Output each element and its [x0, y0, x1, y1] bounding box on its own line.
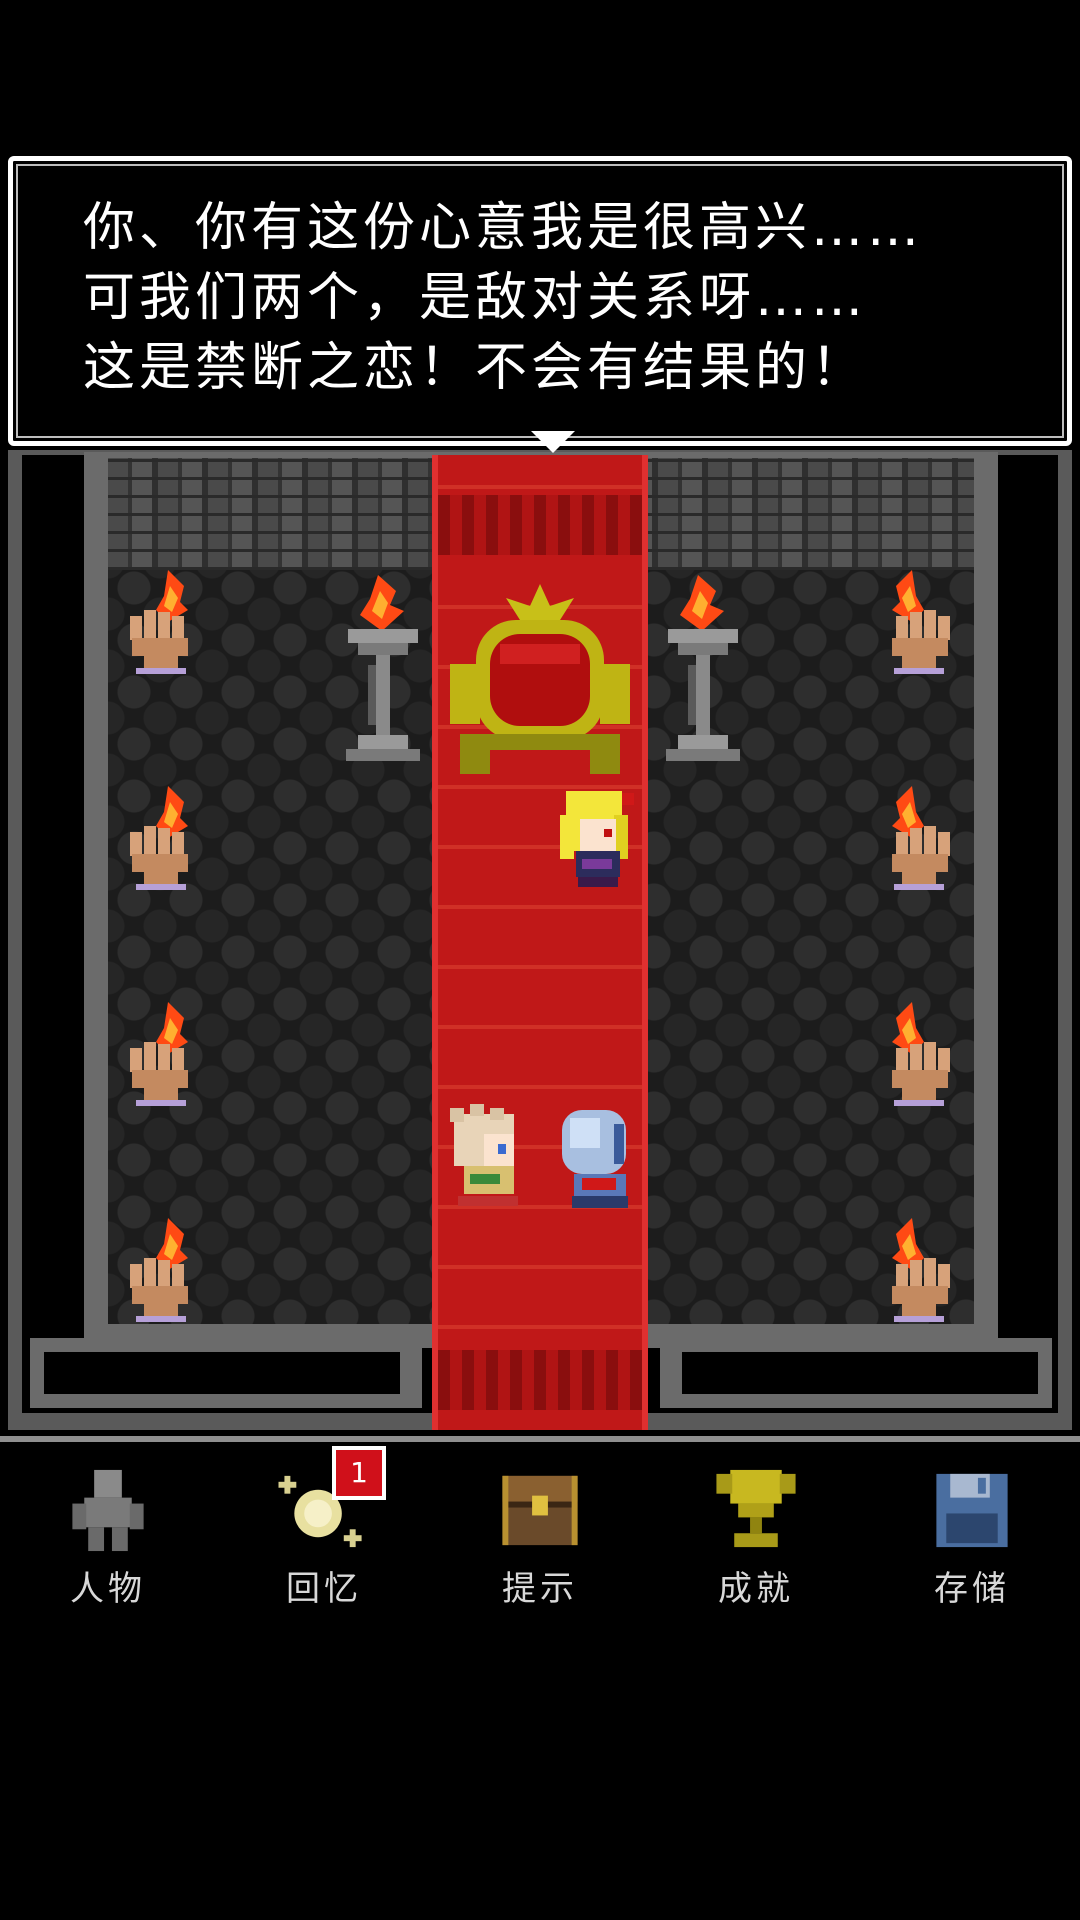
wall-torch-icon [130, 570, 188, 674]
dialog-line: 这是禁断之恋！不会有结果的！ [83, 338, 868, 398]
nav-label: 提示 [502, 1569, 578, 1609]
trophy-icon [716, 1469, 796, 1548]
wall-torch-icon [130, 1218, 188, 1322]
nav-item-characters[interactable]: 人物 [0, 1450, 216, 1610]
wall-torch-icon [130, 786, 188, 890]
dialog-text: 你、你有这份心意我是很高兴…… 可我们两个，是敌对关系呀…… 这是禁断之恋！不会… [83, 193, 1043, 403]
nav-item-memories[interactable]: 1 回忆 [216, 1446, 432, 1610]
wall-torch-icon [892, 570, 950, 674]
dialog-line: 可我们两个，是敌对关系呀…… [83, 268, 868, 328]
blonde-girl-character-icon [560, 791, 634, 887]
nav-item-hints[interactable]: 提示 [432, 1450, 648, 1610]
nav-label: 人物 [70, 1569, 146, 1609]
brazier-icon [666, 575, 740, 761]
floppy-disk-icon [936, 1473, 1008, 1548]
chest-icon [502, 1475, 578, 1546]
carpet-bottom-band [438, 1350, 642, 1410]
nav-divider [0, 1436, 1080, 1442]
down-triangle-icon[interactable] [531, 431, 575, 453]
carpet-top-band [438, 495, 642, 555]
lower-left-wall [30, 1338, 422, 1408]
dialog-box[interactable]: 你、你有这份心意我是很高兴…… 可我们两个，是敌对关系呀…… 这是禁断之恋！不会… [8, 156, 1072, 453]
person-icon [72, 1469, 144, 1552]
lower-right-wall [660, 1338, 1052, 1408]
nav-item-achievements[interactable]: 成就 [648, 1450, 864, 1610]
nav-label: 存储 [934, 1569, 1010, 1609]
notification-badge: 1 [332, 1446, 386, 1500]
wall-torch-icon [130, 1002, 188, 1106]
nav-item-save[interactable]: 存储 [864, 1450, 1080, 1610]
brazier-icon [346, 575, 420, 761]
nav-label: 成就 [718, 1569, 794, 1609]
blue-knight-character-icon [562, 1110, 628, 1208]
wall-torch-icon [892, 1002, 950, 1106]
hero-character-icon [450, 1104, 518, 1206]
wall-torch-icon [892, 786, 950, 890]
dialog-line: 你、你有这份心意我是很高兴…… [83, 198, 924, 258]
throne-icon [450, 584, 630, 774]
nav-label: 回忆 [286, 1569, 362, 1609]
wall-torch-icon [892, 1218, 950, 1322]
bottom-nav: 人物 1 回忆 提示 成就 存储 [0, 1446, 1080, 1610]
